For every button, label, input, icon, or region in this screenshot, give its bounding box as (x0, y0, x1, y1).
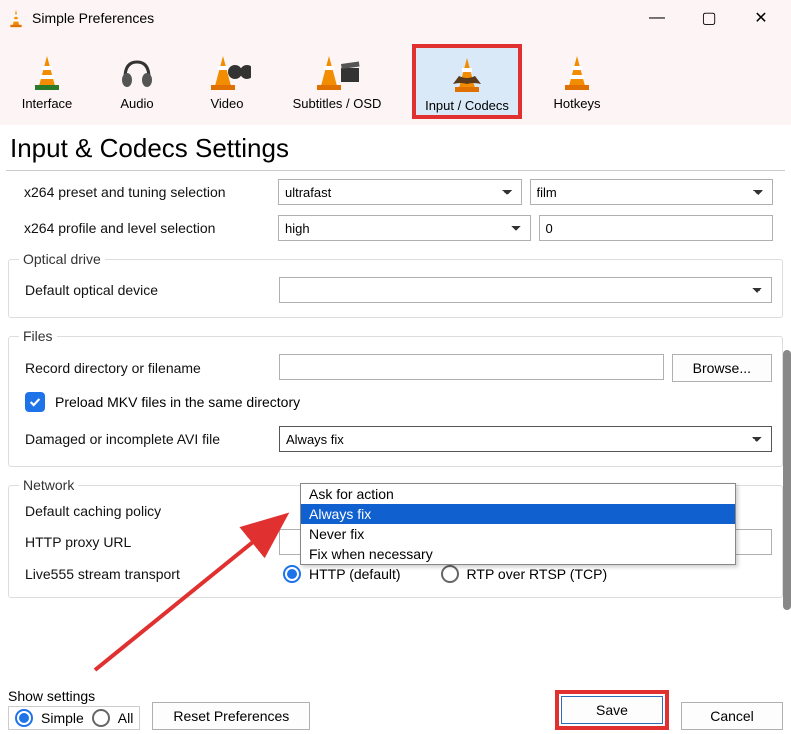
default-optical-select[interactable] (279, 277, 772, 303)
radio-unchecked-icon (441, 565, 459, 583)
all-label: All (118, 710, 134, 726)
show-settings-label: Show settings (8, 688, 140, 704)
x264-tune-select[interactable]: film (530, 179, 774, 205)
x264-level-input[interactable] (539, 215, 774, 241)
save-highlight: Save (555, 690, 669, 730)
bottom-bar: Show settings Simple All Reset Preferenc… (8, 688, 783, 730)
avi-option-when-necessary[interactable]: Fix when necessary (301, 544, 735, 564)
browse-button[interactable]: Browse... (672, 354, 772, 382)
http-radio-label: HTTP (default) (309, 566, 401, 582)
tab-interface[interactable]: Interface (12, 44, 82, 119)
avi-fix-dropdown: Ask for action Always fix Never fix Fix … (300, 483, 736, 565)
cone-icon (27, 48, 67, 92)
cone-scarf-icon (445, 50, 489, 94)
vlc-cone-icon (8, 8, 24, 28)
x264-profile-label: x264 profile and level selection (18, 220, 278, 236)
tab-label: Audio (120, 96, 153, 111)
optical-legend: Optical drive (19, 251, 105, 267)
x264-preset-label: x264 preset and tuning selection (18, 184, 278, 200)
tab-subtitles[interactable]: Subtitles / OSD (282, 44, 392, 119)
network-legend: Network (19, 477, 78, 493)
show-all-radio[interactable]: All (92, 709, 134, 727)
settings-panel: x264 preset and tuning selection ultrafa… (0, 171, 791, 598)
tab-label: Video (210, 96, 243, 111)
caching-label: Default caching policy (19, 503, 279, 519)
reset-preferences-button[interactable]: Reset Preferences (152, 702, 310, 730)
live555-label: Live555 stream transport (19, 566, 279, 582)
tab-video[interactable]: Video (192, 44, 262, 119)
show-settings-group: Show settings Simple All (8, 688, 140, 730)
cancel-button[interactable]: Cancel (681, 702, 783, 730)
simple-label: Simple (41, 710, 84, 726)
cone-glasses-icon (203, 48, 251, 92)
tab-label: Input / Codecs (425, 98, 509, 113)
vertical-scrollbar[interactable] (783, 350, 791, 610)
window-controls: — ▢ ✕ (643, 8, 783, 28)
optical-drive-group: Optical drive Default optical device (8, 251, 783, 318)
live555-rtp-radio[interactable]: RTP over RTSP (TCP) (441, 565, 608, 583)
preload-mkv-label: Preload MKV files in the same directory (55, 394, 300, 410)
save-button[interactable]: Save (561, 696, 663, 724)
radio-checked-icon (283, 565, 301, 583)
avi-option-never[interactable]: Never fix (301, 524, 735, 544)
radio-unchecked-icon (92, 709, 110, 727)
x264-preset-select[interactable]: ultrafast (278, 179, 522, 205)
default-optical-label: Default optical device (19, 282, 279, 298)
files-legend: Files (19, 328, 57, 344)
rtp-radio-label: RTP over RTSP (TCP) (467, 566, 608, 582)
page-title: Input & Codecs Settings (0, 125, 791, 166)
cone-icon (557, 48, 597, 92)
tab-label: Subtitles / OSD (293, 96, 382, 111)
tab-hotkeys[interactable]: Hotkeys (542, 44, 612, 119)
avi-option-always[interactable]: Always fix (301, 504, 735, 524)
proxy-label: HTTP proxy URL (19, 534, 279, 550)
category-toolbar: Interface Audio Video Subtitles / OSD In… (0, 36, 791, 125)
close-button[interactable]: ✕ (747, 8, 775, 28)
avi-option-ask[interactable]: Ask for action (301, 484, 735, 504)
avi-label: Damaged or incomplete AVI file (19, 431, 279, 447)
show-simple-radio[interactable]: Simple (15, 709, 84, 727)
record-dir-input[interactable] (279, 354, 664, 380)
radio-checked-icon (15, 709, 33, 727)
minimize-button[interactable]: — (643, 9, 671, 27)
tab-label: Interface (22, 96, 73, 111)
tab-input-codecs[interactable]: Input / Codecs (412, 44, 522, 119)
record-dir-label: Record directory or filename (19, 360, 279, 376)
tab-label: Hotkeys (554, 96, 601, 111)
window-title: Simple Preferences (32, 10, 643, 26)
title-bar: Simple Preferences — ▢ ✕ (0, 0, 791, 36)
tab-audio[interactable]: Audio (102, 44, 172, 119)
cone-clapboard-icon (313, 48, 361, 92)
headphones-icon (117, 48, 157, 92)
x264-profile-select[interactable]: high (278, 215, 531, 241)
preload-mkv-checkbox[interactable] (25, 392, 45, 412)
live555-http-radio[interactable]: HTTP (default) (283, 565, 401, 583)
avi-fix-select[interactable]: Always fix (279, 426, 772, 452)
files-group: Files Record directory or filename Brows… (8, 328, 783, 467)
maximize-button[interactable]: ▢ (695, 8, 723, 28)
